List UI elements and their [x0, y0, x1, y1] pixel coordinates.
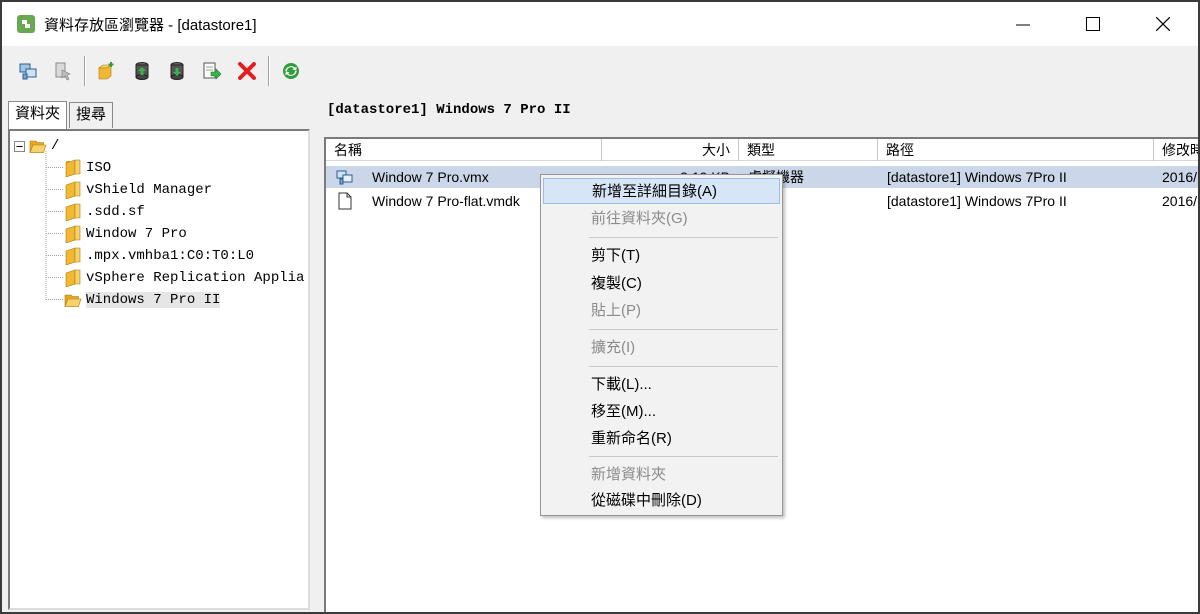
tab-search[interactable]: 搜尋: [69, 102, 114, 128]
toolbar: [2, 46, 1198, 96]
menu-item-rename[interactable]: 重新命名(R): [543, 426, 780, 452]
refresh-toolbar-button[interactable]: [275, 56, 306, 87]
tree-item-label: Windows 7 Pro II: [86, 292, 221, 308]
upload-toolbar-button[interactable]: [126, 56, 157, 87]
add-to-inventory-toolbar-button[interactable]: [12, 56, 43, 87]
close-icon: [1156, 17, 1170, 31]
download-toolbar-button[interactable]: [161, 56, 192, 87]
menu-item-new-folder: 新增資料夾: [591, 466, 667, 483]
refresh-icon: [282, 63, 299, 79]
toolbar-separator: [268, 56, 269, 86]
folder-icon: [65, 225, 81, 243]
tree-item-label: Window 7 Pro: [86, 226, 187, 242]
tree-item[interactable]: .mpx.vmhba1:C0:T0:L0: [64, 245, 254, 267]
folder-icon: [65, 269, 81, 287]
tree-item[interactable]: ISO: [64, 157, 111, 179]
folder-icon: [65, 247, 81, 265]
minimize-icon: [1016, 24, 1030, 26]
current-path-label: [datastore1] Windows 7 Pro II: [327, 102, 571, 118]
datastore-browser-window: 資料存放區瀏覽器 - [datastore1] 資料夾 搜尋 / ISO vSh…: [0, 0, 1200, 614]
add-inventory-icon: [19, 63, 36, 80]
tree-item[interactable]: Window 7 Pro: [64, 223, 187, 245]
column-header-size[interactable]: 大小: [602, 139, 739, 161]
title-bar: 資料存放區瀏覽器 - [datastore1]: [2, 2, 1198, 46]
collapse-icon[interactable]: [14, 140, 25, 152]
toolbar-separator: [84, 56, 85, 86]
tree-item[interactable]: vSphere Replication Applia: [64, 267, 304, 289]
file-path: [datastore1] Windows 7Pro II: [887, 169, 1067, 185]
menu-item-cut[interactable]: 剪下(T): [543, 243, 780, 269]
open-folder-icon: [29, 140, 47, 153]
tree-item-label: vShield Manager: [86, 182, 213, 198]
vm-file-icon: [336, 170, 353, 185]
file-modified: 2016/: [1162, 169, 1198, 185]
menu-item-paste: 貼上(P): [591, 302, 641, 319]
tree-item-label: .sdd.sf: [86, 204, 145, 220]
minimize-button[interactable]: [988, 2, 1058, 46]
navigate-toolbar-button[interactable]: [47, 56, 78, 87]
folder-icon: [65, 181, 81, 199]
pane-splitter[interactable]: [312, 98, 322, 612]
app-icon: [17, 15, 35, 33]
window-title: 資料存放區瀏覽器 - [datastore1]: [44, 16, 257, 34]
new-folder-icon: [97, 62, 113, 80]
tab-folders[interactable]: 資料夾: [8, 101, 68, 129]
maximize-icon: [1086, 17, 1100, 31]
tree-item-selected[interactable]: Windows 7 Pro II: [64, 289, 221, 311]
document-icon: [338, 192, 352, 210]
folder-icon: [65, 203, 81, 221]
file-path: [datastore1] Windows 7Pro II: [887, 193, 1067, 209]
menu-item-copy[interactable]: 複製(C): [543, 271, 780, 297]
tree-root-label: /: [51, 138, 60, 154]
context-menu: 新增至詳細目錄(A) 前往資料夾(G) 剪下(T) 複製(C) 貼上(P) 擴充…: [540, 174, 783, 516]
close-button[interactable]: [1128, 2, 1198, 46]
new-folder-toolbar-button[interactable]: [91, 56, 122, 87]
upload-icon: [135, 62, 148, 80]
tree-item-label: .mpx.vmhba1:C0:T0:L0: [86, 248, 255, 264]
menu-separator: [589, 329, 778, 330]
download-icon: [170, 62, 183, 80]
column-header-name[interactable]: 名稱: [326, 139, 602, 161]
menu-item-inflate: 擴充(I): [591, 339, 636, 356]
column-header-type[interactable]: 類型: [739, 139, 878, 161]
menu-item-delete-from-disk[interactable]: 從磁碟中刪除(D): [543, 488, 780, 514]
open-folder-icon: [64, 294, 82, 307]
file-modified: 2016/: [1162, 193, 1198, 209]
menu-separator: [589, 237, 778, 238]
menu-item-download[interactable]: 下載(L)...: [543, 372, 780, 398]
menu-item-go-to-folder: 前往資料夾(G): [591, 210, 688, 227]
delete-toolbar-button[interactable]: [231, 56, 262, 87]
left-pane-tabs: 資料夾 搜尋: [8, 101, 115, 130]
move-icon: [203, 62, 221, 80]
tree-item-label: ISO: [86, 160, 112, 176]
tree-item[interactable]: vShield Manager: [64, 179, 212, 201]
folder-icon: [65, 159, 81, 177]
menu-separator: [589, 456, 778, 457]
move-to-toolbar-button[interactable]: [196, 56, 227, 87]
navigate-icon: [55, 62, 71, 81]
menu-item-add-to-inventory[interactable]: 新增至詳細目錄(A): [543, 178, 780, 204]
maximize-button[interactable]: [1058, 2, 1128, 46]
menu-item-move-to[interactable]: 移至(M)...: [543, 399, 780, 425]
window-controls: [988, 2, 1198, 46]
folder-tree: / ISO vShield Manager .sdd.sf Window 7 P…: [8, 129, 310, 610]
column-header-path[interactable]: 路徑: [878, 139, 1154, 161]
tree-root-row[interactable]: /: [14, 135, 59, 157]
tree-item[interactable]: .sdd.sf: [64, 201, 145, 223]
delete-icon: [237, 62, 256, 80]
file-list-header: 名稱 大小 類型 路徑 修改時: [326, 139, 1198, 161]
tree-item-label: vSphere Replication Applia: [86, 270, 305, 286]
column-header-modified[interactable]: 修改時: [1154, 139, 1198, 161]
menu-separator: [589, 366, 778, 367]
